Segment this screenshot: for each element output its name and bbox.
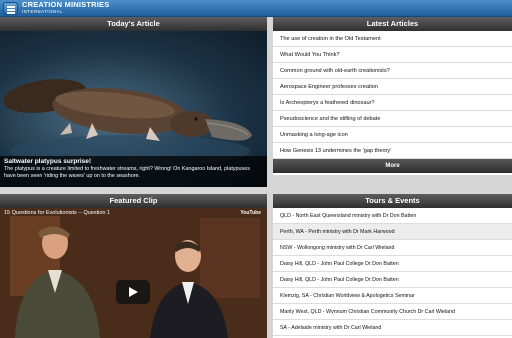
event-list-item[interactable]: Daisy Hill, QLD - John Paul College Dr D… [273,272,512,288]
top-bar: CREATION MINISTRIES INTERNATIONAL [0,0,512,17]
event-link: SA - Adelaide ministry with Dr Carl Wiel… [280,325,382,331]
video-thumbnail [0,208,267,338]
event-link: QLD - North East Queensland ministry wit… [280,213,417,219]
latest-articles-panel: Latest Articles The use of creation in t… [273,17,512,175]
article-list-item[interactable]: Common ground with old-earth creationist… [273,63,512,79]
featured-clip-heading: Featured Clip [0,194,267,208]
app-logo[interactable]: CREATION MINISTRIES INTERNATIONAL [22,1,109,14]
featured-clip-panel: Featured Clip 15 Questions for Evolution… [0,194,267,338]
article-title: Saltwater platypus surprise! [4,158,92,165]
article-list-item[interactable]: Aerospace Engineer professes creation [273,79,512,95]
article-list-item[interactable]: How Genesis 13 undermines the 'gap theor… [273,143,512,159]
video-player[interactable]: 15 Questions for Evolutionists -- Questi… [0,208,267,338]
article-link: Is Archeopteryx a feathered dinosaur? [280,100,375,106]
youtube-logo[interactable]: YouTube [240,210,261,216]
logo-title: CREATION MINISTRIES [22,0,110,9]
event-list-item[interactable]: Daisy Hill, QLD - John Paul College Dr D… [273,256,512,272]
event-link: Klemzig, SA - Christian Worldview & Apol… [280,293,415,299]
article-link: Aerospace Engineer professes creation [280,84,378,90]
logo-subtitle: INTERNATIONAL [22,8,63,14]
video-title: 15 Questions for Evolutionists -- Questi… [4,210,111,216]
event-list-item[interactable]: QLD - North East Queensland ministry wit… [273,208,512,224]
event-link: Manly West, QLD - Wynnum Christian Commu… [280,309,455,315]
article-link: How Genesis 13 undermines the 'gap theor… [280,148,392,154]
play-icon[interactable] [116,280,150,304]
tours-events-heading: Tours & Events [273,194,512,208]
article-summary: The platypus is a creature limited to fr… [4,166,250,179]
article-list-item[interactable]: Unmasking a long-age icon [273,127,512,143]
article-link: Common ground with old-earth creationist… [280,68,390,74]
latest-articles-heading: Latest Articles [273,17,512,31]
todays-article-panel: Today's Article Saltwater platypus surpr… [0,17,267,187]
article-list-item[interactable]: Is Archeopteryx a feathered dinosaur? [273,95,512,111]
article-list-item[interactable]: What Would You Think? [273,47,512,63]
event-link: Daisy Hill, QLD - John Paul College Dr D… [280,261,399,267]
event-link: Daisy Hill, QLD - John Paul College Dr D… [280,277,399,283]
article-list-item[interactable]: The use of creation in the Old Testament [273,31,512,47]
article-link: Pseudoscience and the stifling of debate [280,116,381,122]
more-articles-button[interactable]: More [273,159,512,173]
article-link: What Would You Think? [280,52,340,58]
tours-events-panel: Tours & Events QLD - North East Queensla… [273,194,512,338]
event-list-item[interactable]: NSW - Wollongong ministry with Dr Carl W… [273,240,512,256]
menu-icon[interactable] [3,2,18,15]
event-list-item[interactable]: Perth, WA - Perth ministry with Dr Mark … [273,224,512,240]
article-link: Unmasking a long-age icon [280,132,348,138]
todays-article-heading: Today's Article [0,17,267,31]
event-list-item[interactable]: Klemzig, SA - Christian Worldview & Apol… [273,288,512,304]
event-link: Perth, WA - Perth ministry with Dr Mark … [280,229,395,235]
event-list-item[interactable]: SA - Adelaide ministry with Dr Carl Wiel… [273,320,512,336]
article-list-item[interactable]: Pseudoscience and the stifling of debate [273,111,512,127]
event-link: NSW - Wollongong ministry with Dr Carl W… [280,245,395,251]
event-list-item[interactable]: Manly West, QLD - Wynnum Christian Commu… [273,304,512,320]
article-caption[interactable]: Saltwater platypus surprise! The platypu… [0,156,267,187]
article-image[interactable]: Saltwater platypus surprise! The platypu… [0,31,267,187]
article-link: The use of creation in the Old Testament [280,36,381,42]
